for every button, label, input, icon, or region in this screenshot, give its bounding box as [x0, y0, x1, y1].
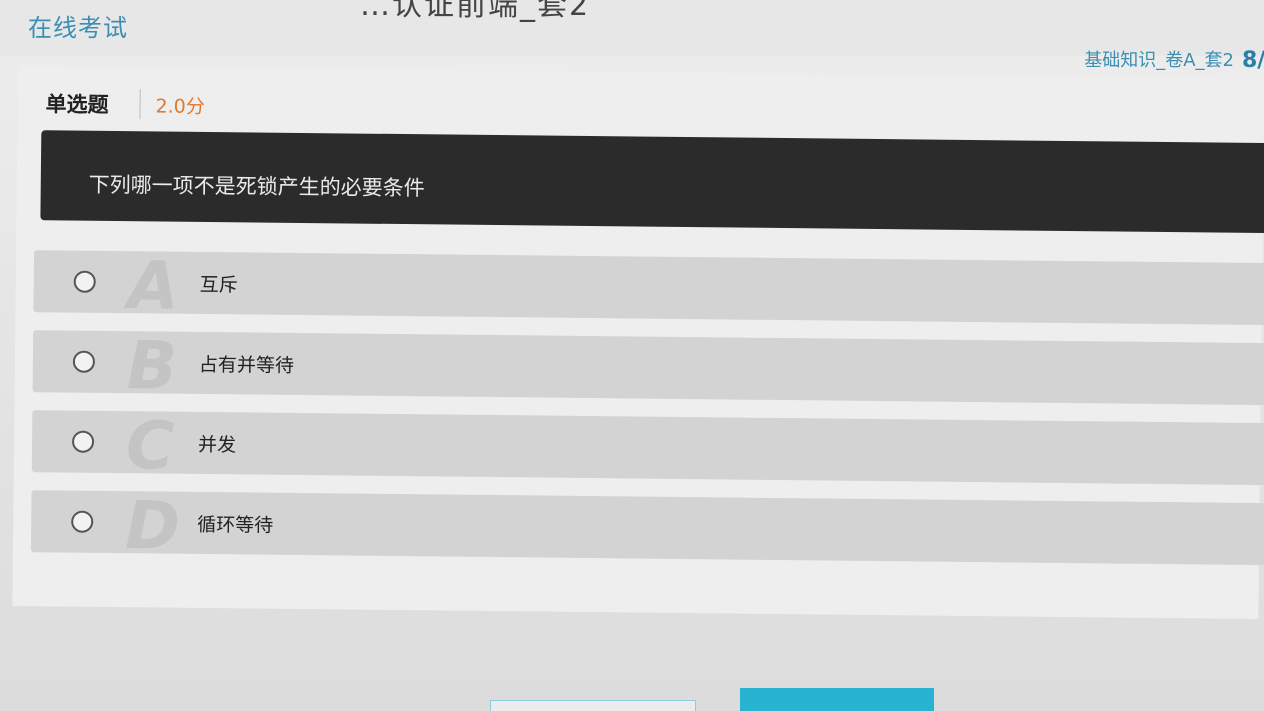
option-text: 循环等待 [197, 513, 274, 537]
radio-button[interactable] [71, 430, 95, 453]
option-b[interactable]: B 占有并等待 [32, 327, 1264, 406]
option-letter: C [125, 407, 175, 485]
radio-button[interactable] [72, 350, 96, 373]
radio-button[interactable] [73, 270, 96, 293]
option-a[interactable]: A 互斥 [33, 247, 1264, 326]
question-score: 2.0分 [155, 95, 205, 118]
option-c[interactable]: C 并发 [31, 407, 1264, 486]
paper-name: 基础知识_卷A_套2 [1084, 50, 1234, 71]
next-button[interactable] [740, 688, 934, 711]
option-letter: D [124, 487, 181, 565]
header-bar: …认证前端_套2 在线考试 基础知识_卷A_套2 8/ [0, 0, 1264, 73]
option-text: 互斥 [199, 273, 238, 297]
exam-heading: …认证前端_套2 [360, 0, 591, 23]
radio-button[interactable] [71, 510, 94, 533]
option-letter: B [126, 327, 178, 405]
question-type: 单选题 [45, 92, 109, 117]
option-letter: A [127, 247, 180, 325]
divider [139, 89, 141, 120]
option-text: 占有并等待 [198, 353, 295, 377]
question-text: 下列哪一项不是死锁产生的必要条件 [88, 172, 425, 201]
question-stem: 下列哪一项不是死锁产生的必要条件 [40, 130, 1264, 234]
exam-page: …认证前端_套2 在线考试 基础知识_卷A_套2 8/ 单选题 2.0分 下列哪… [0, 0, 1264, 711]
option-d[interactable]: D 循环等待 [30, 487, 1264, 566]
question-panel: 单选题 2.0分 下列哪一项不是死锁产生的必要条件 A 互斥 B 占有并等待 C… [12, 66, 1264, 620]
previous-button[interactable] [490, 700, 696, 711]
option-text: 并发 [197, 433, 237, 457]
page-indicator: 8/ [1242, 48, 1264, 73]
app-title: 在线考试 [28, 14, 128, 42]
